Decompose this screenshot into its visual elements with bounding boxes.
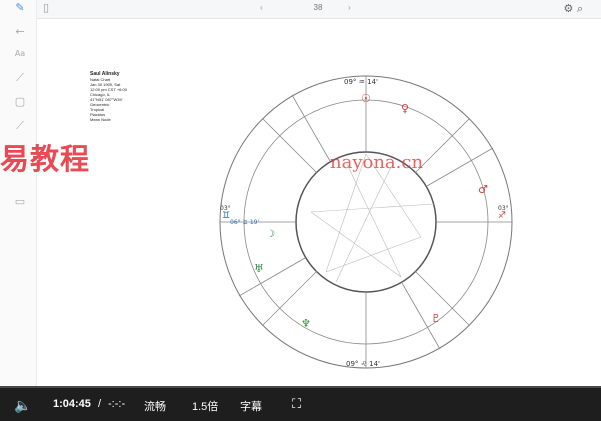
asc-degree: 03° [220,205,231,212]
settings-icon[interactable]: ⚙ [563,2,573,15]
viewer-toolbar: ‹ 38 › ⚙ ⌕ [0,0,601,19]
dsc-degree: 03° [498,205,509,212]
zoom-icon[interactable]: ⌕ [577,2,583,15]
page-indicator: 38 [313,3,323,12]
moon-glyph: ☽ [266,229,275,240]
pen-icon[interactable]: ✎ [14,2,26,14]
eraser-icon[interactable]: ▭ [14,196,26,208]
subtitle-button[interactable]: 字幕 [240,398,262,414]
site-watermark: nayona.cn [330,152,424,173]
current-time: 1:04:45 [53,398,91,410]
mc-label: 09° ♒ 14' [344,78,378,86]
fullscreen-icon[interactable]: ⛶ [292,396,301,412]
house-cusps [220,76,512,368]
video-control-bar: 🔈 1:04:45 / -:-:- 流畅 1.5倍 字幕 ⛶ [0,388,601,421]
chart-info-block: Saul Alinsky Natal Chart Jan 30 1909, Sat… [90,72,160,123]
course-banner-text: 易教程 [0,142,91,176]
corner-tools: ⚙ ⌕ [563,2,583,16]
pluto-glyph: ♇ [431,312,441,325]
dsc-sign: ♐ [498,211,506,221]
time-separator: / [98,398,102,410]
quality-button[interactable]: 流畅 [144,398,166,414]
mars-glyph: ♂ [478,183,488,196]
line-icon[interactable]: ⟋ [14,72,26,84]
asc-sign: ♊ [222,211,230,221]
total-time: -:-:- [108,398,126,410]
natal-chart-wheel: ☉ ♀ ♂ ☽ ♅ ♆ ♇ 09° ♒ 14' 09° ♌ 14' ♊ ♐ 03… [219,75,513,369]
chart-details: Natal Chart Jan 30 1909, Sat 12:00 pm CST … [90,77,160,122]
ic-label: 09° ♌ 14' [346,360,380,368]
sidebar-icon[interactable]: ▯ [40,2,52,14]
video-frame: ‹ 38 › ⚙ ⌕ ✎ ▯ ← Aa ⟋ ▢ ⟋ ▭ Saul Alinsky… [0,0,601,421]
venus-glyph: ♀ [401,102,409,115]
next-page-icon[interactable]: › [348,3,351,12]
highlighter-icon[interactable]: ⟋ [14,120,26,132]
arrow-icon[interactable]: ← [14,26,26,38]
sun-glyph: ☉ [361,92,371,105]
chart-detail-line: Mean Node [90,117,111,122]
neptune-glyph: ♆ [301,317,311,330]
speed-button[interactable]: 1.5倍 [192,398,218,414]
text-icon[interactable]: Aa [14,48,26,60]
prev-page-icon[interactable]: ‹ [260,3,263,12]
rectangle-icon[interactable]: ▢ [14,96,26,108]
moon-position: 06° ♊ 19' [230,219,259,226]
annotation-sidebar: ✎ ▯ ← Aa ⟋ ▢ ⟋ ▭ [0,0,49,390]
uranus-glyph: ♅ [254,262,264,275]
volume-icon[interactable]: 🔈 [14,398,31,414]
